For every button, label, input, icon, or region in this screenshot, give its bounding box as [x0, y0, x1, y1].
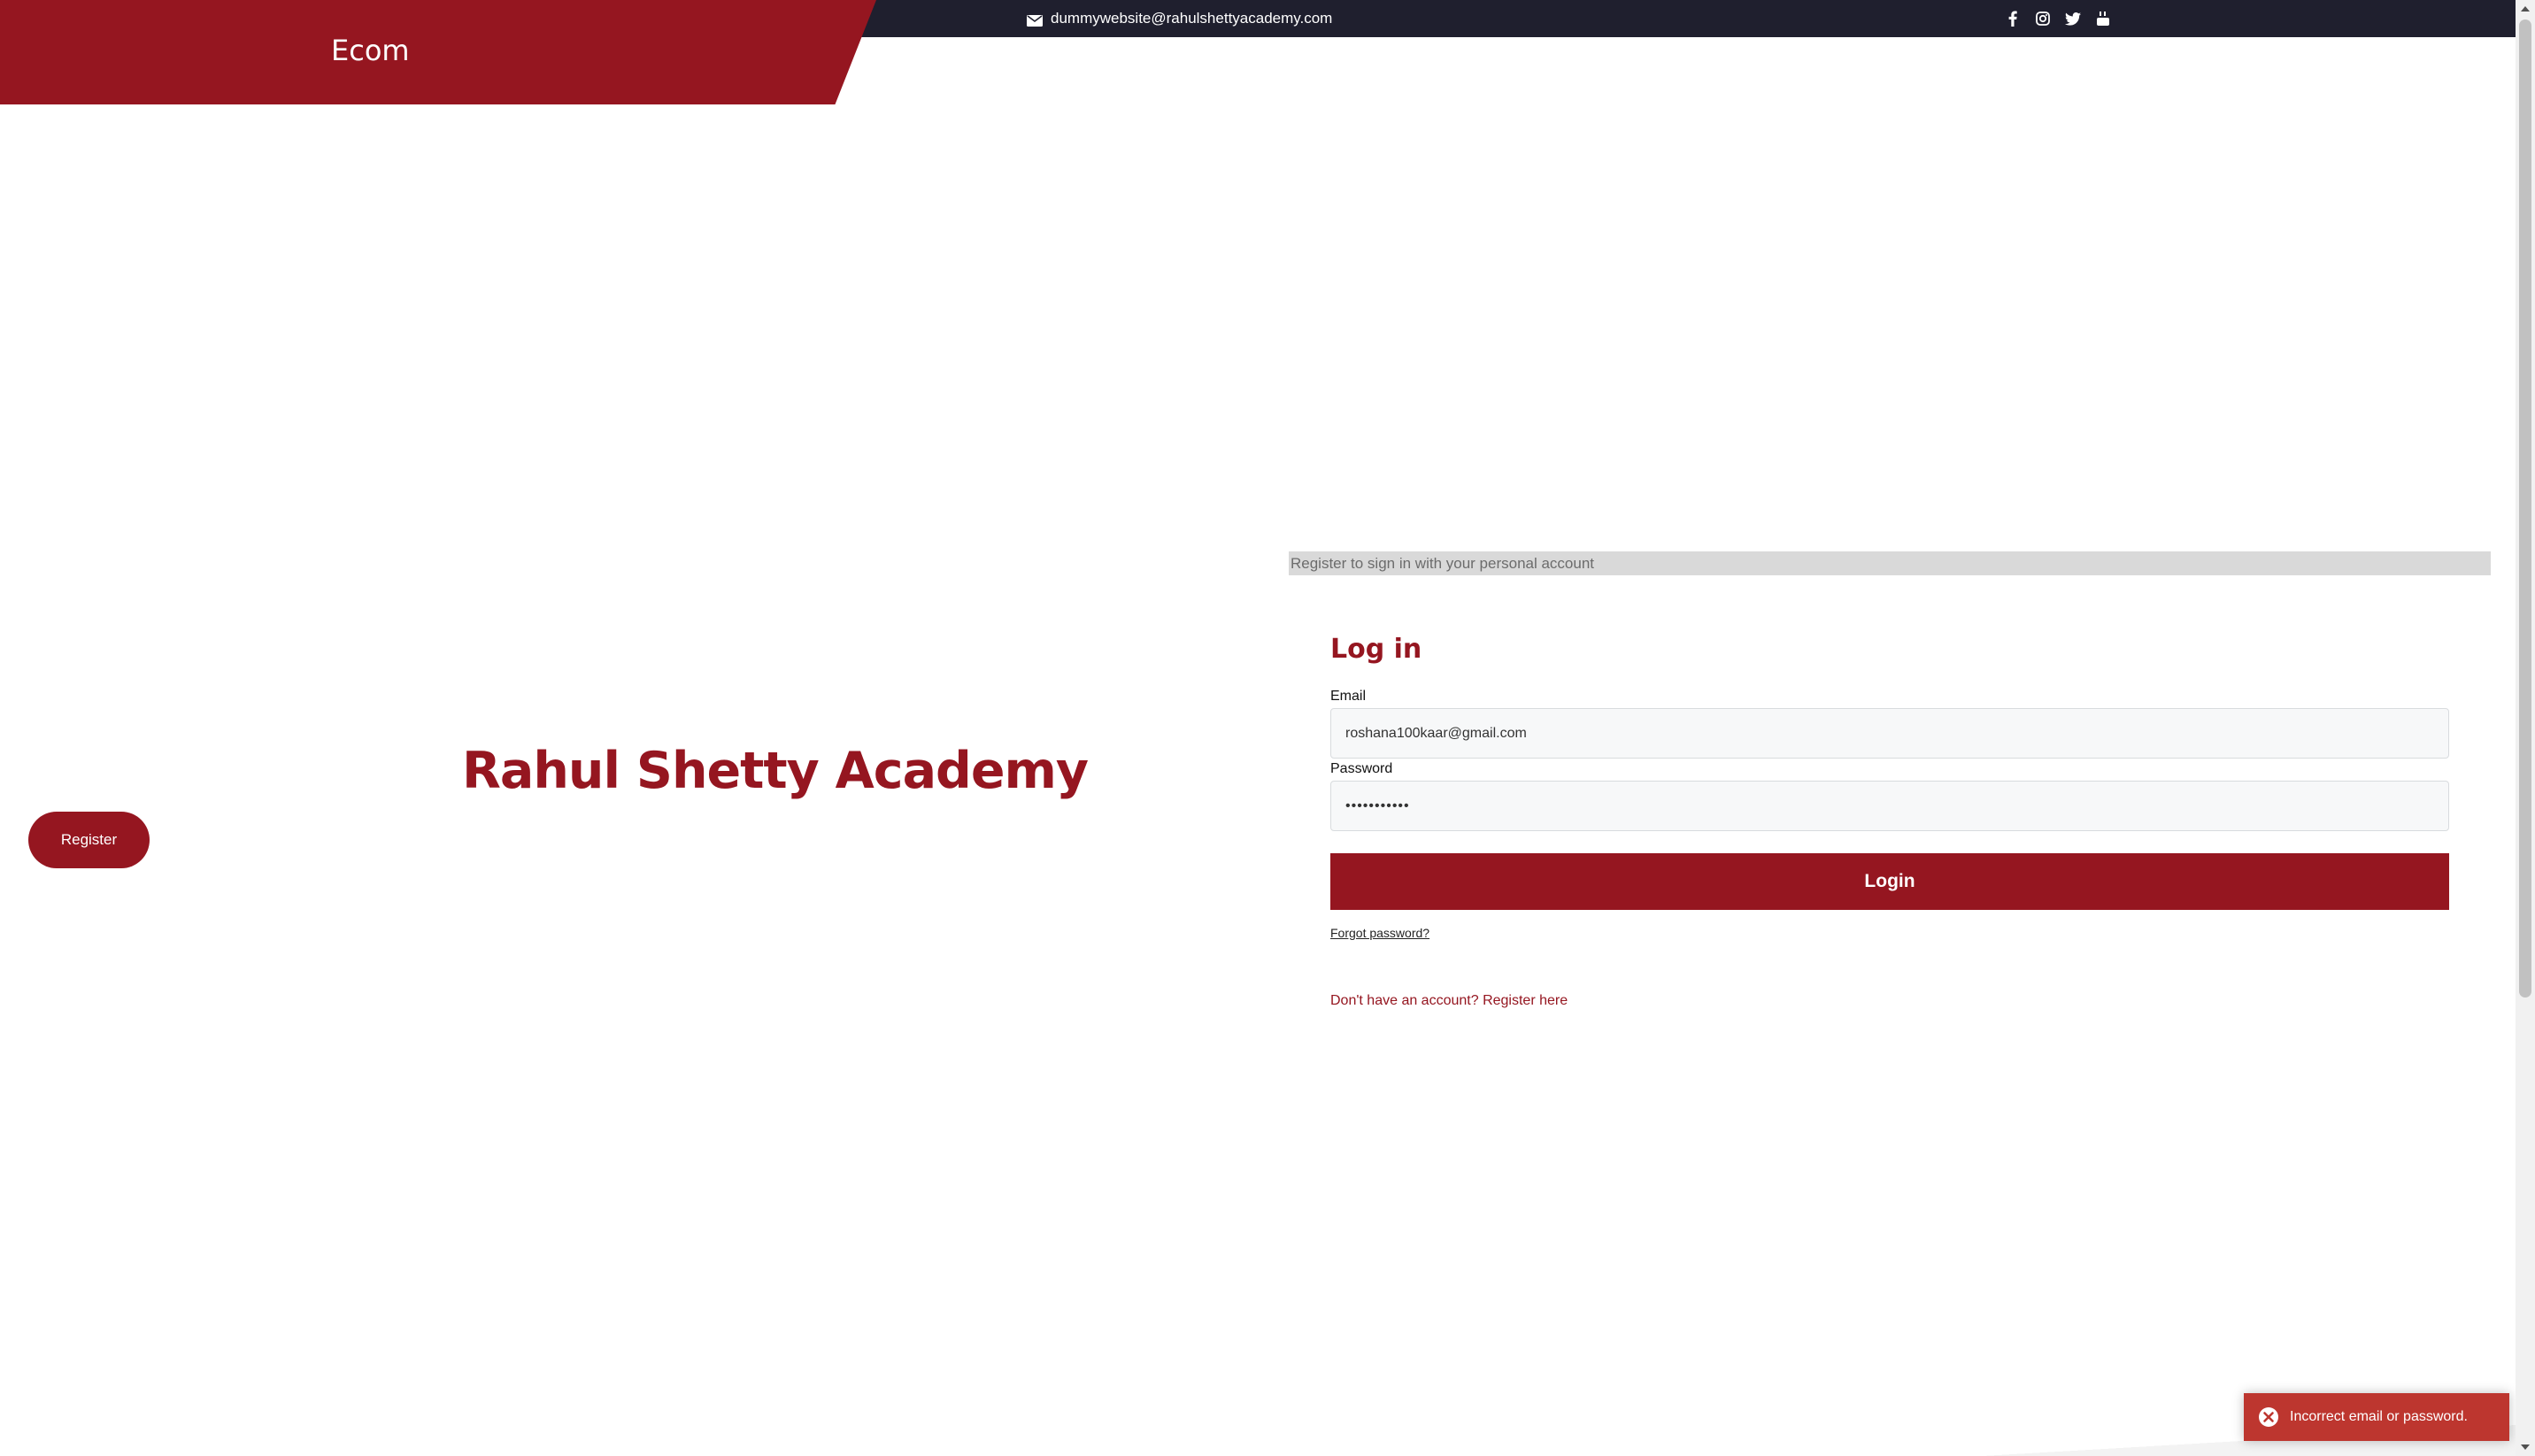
scrollbar-thumb[interactable]: [2519, 19, 2531, 998]
academy-title: Rahul Shetty Academy: [462, 742, 1089, 800]
toast-message: Incorrect email or password.: [2290, 1409, 2468, 1424]
twitter-icon[interactable]: [2064, 9, 2082, 28]
youtube-icon[interactable]: [2094, 9, 2112, 28]
password-label: Password: [1330, 761, 1393, 776]
vertical-scrollbar[interactable]: [2516, 0, 2535, 1456]
envelope-icon: [1027, 13, 1043, 27]
login-heading: Log in: [1330, 634, 1422, 665]
email-label: Email: [1330, 689, 1367, 704]
register-here-link[interactable]: Don't have an account? Register here: [1330, 993, 1568, 1009]
contact-info: dummywebsite@rahulshettyacademy.com: [1027, 8, 1332, 29]
contact-email[interactable]: dummywebsite@rahulshettyacademy.com: [1051, 10, 1332, 27]
login-button[interactable]: Login: [1330, 853, 2449, 910]
brand-band: [0, 0, 876, 104]
forgot-password-link[interactable]: Forgot password?: [1330, 926, 1429, 940]
register-hint: Register to sign in with your personal a…: [1289, 551, 2491, 575]
instagram-icon[interactable]: [2034, 9, 2052, 28]
brand-logo[interactable]: Ecom: [331, 34, 410, 67]
scroll-down-icon[interactable]: [2521, 1444, 2530, 1450]
password-field[interactable]: [1330, 781, 2449, 831]
facebook-icon[interactable]: [2004, 9, 2022, 28]
social-links: [2004, 9, 2112, 28]
register-button[interactable]: Register: [28, 812, 150, 868]
error-circle-icon: [2258, 1406, 2279, 1428]
scroll-up-icon[interactable]: [2521, 6, 2530, 12]
error-toast[interactable]: Incorrect email or password.: [2244, 1393, 2509, 1441]
email-field[interactable]: [1330, 708, 2449, 759]
